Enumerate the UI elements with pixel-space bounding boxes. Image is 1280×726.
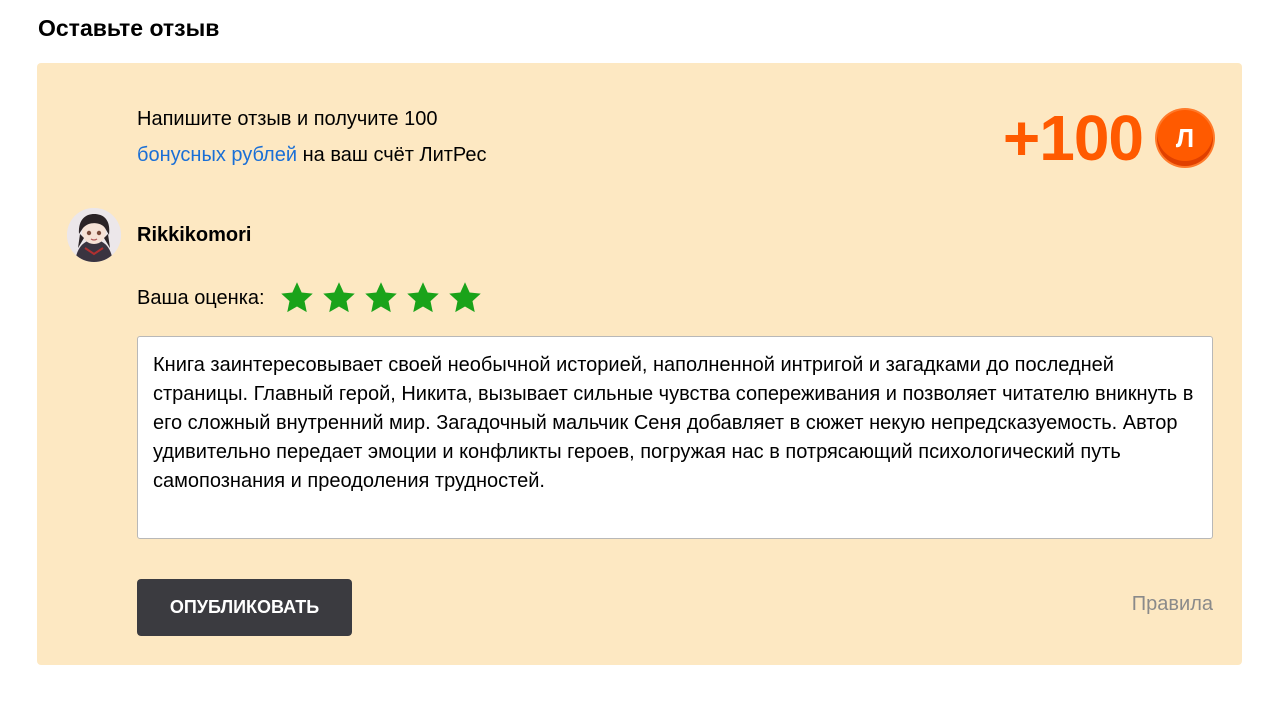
star-icon[interactable] [405,280,441,316]
username: Rikkikomori [137,223,252,246]
star-icon[interactable] [279,280,315,316]
review-panel: Напишите отзыв и получите 100 бонусных р… [37,63,1242,665]
litres-coin-icon: Л [1157,110,1213,166]
bonus-rubles-link[interactable]: бонусных рублей [137,144,297,166]
page-title: Оставьте отзыв [38,15,220,41]
rules-link[interactable]: Правила [1132,593,1213,616]
bonus-promo-text: Напишите отзыв и получите 100 бонусных р… [137,101,657,173]
star-icon[interactable] [363,280,399,316]
rating-stars [279,280,489,316]
rating-row: Ваша оценка: [137,280,489,316]
rating-label: Ваша оценка: [137,286,265,309]
user-info: Rikkikomori [67,208,251,262]
promo-link-suffix: на ваш счёт ЛитРес [297,144,487,166]
bonus-badge: +100 Л [1003,103,1213,173]
publish-button[interactable]: ОПУБЛИКОВАТЬ [137,579,352,636]
promo-line-2: бонусных рублей на ваш счёт ЛитРес [137,137,657,173]
user-avatar-icon [67,208,121,262]
review-textarea[interactable]: Книга заинтересовывает своей необычной и… [137,336,1213,539]
bonus-amount: +100 [1002,102,1144,174]
star-icon[interactable] [447,280,483,316]
star-icon[interactable] [321,280,357,316]
promo-line-1: Напишите отзыв и получите 100 [137,108,438,130]
